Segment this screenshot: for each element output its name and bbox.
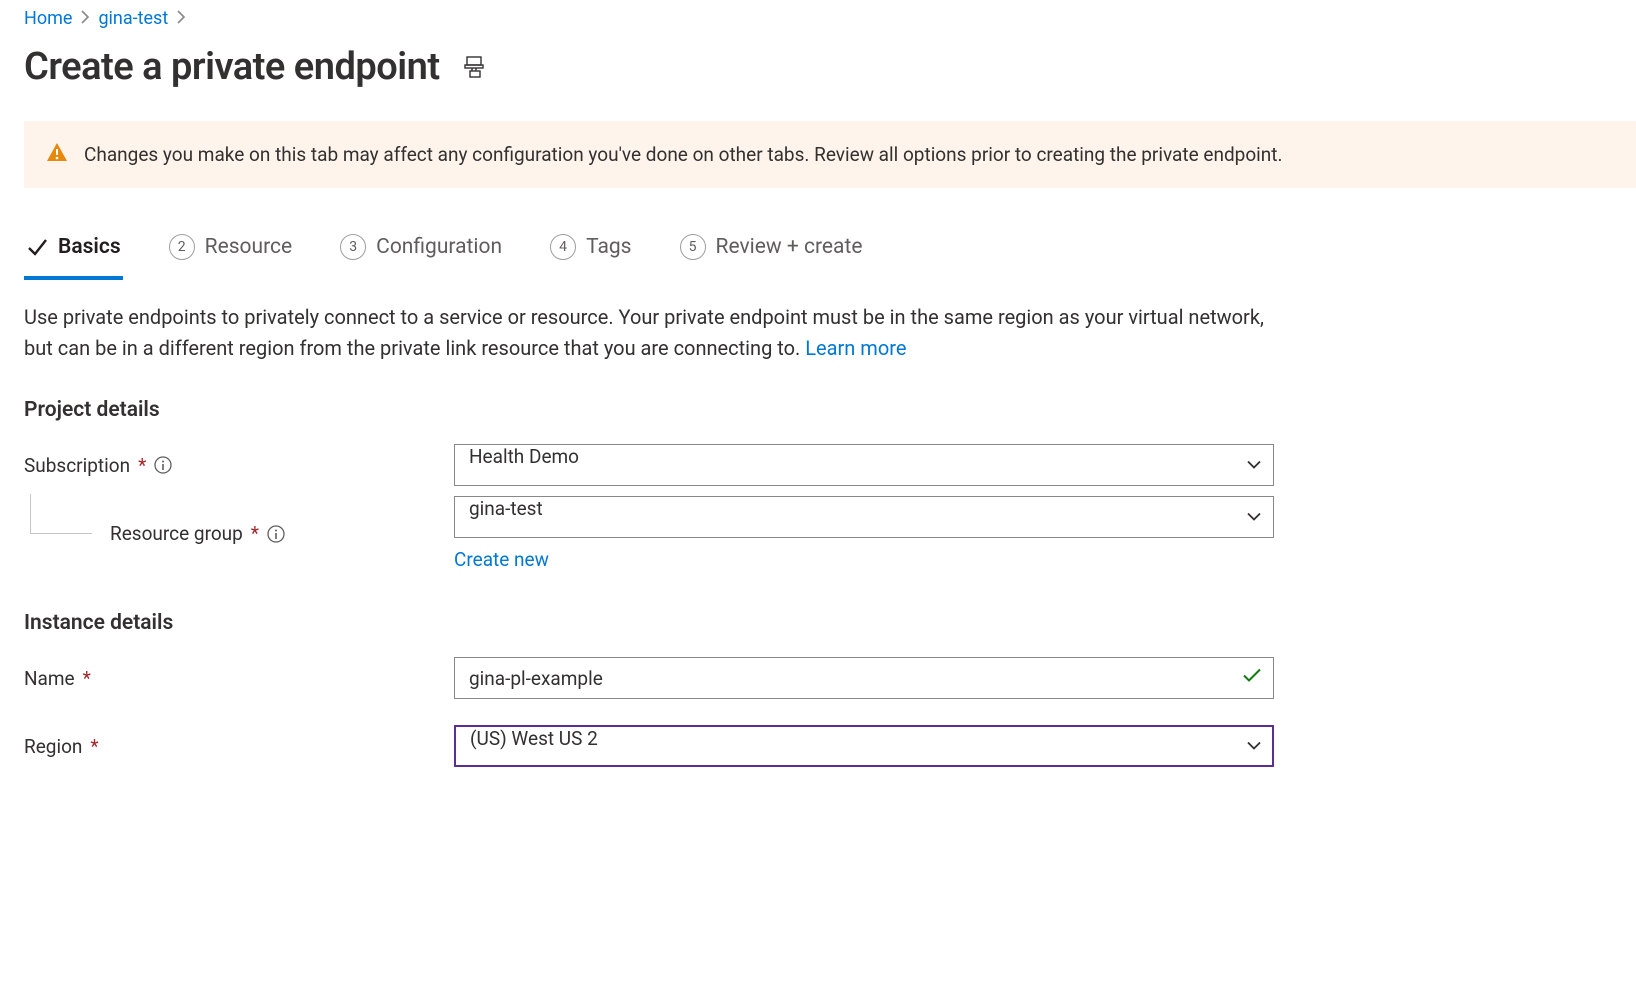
tab-tags[interactable]: 4 Tags (548, 228, 633, 280)
info-icon[interactable] (154, 456, 172, 474)
required-asterisk: * (90, 735, 98, 758)
step-number-icon: 3 (340, 234, 366, 260)
required-asterisk: * (138, 454, 146, 477)
breadcrumb-gina-test[interactable]: gina-test (98, 8, 168, 29)
intro-body: Use private endpoints to privately conne… (24, 305, 1264, 360)
resource-group-select[interactable]: gina-test (454, 496, 1274, 538)
warning-banner: Changes you make on this tab may affect … (24, 121, 1636, 188)
section-project-details: Project details (24, 398, 1636, 422)
intro-text: Use private endpoints to privately conne… (24, 302, 1284, 364)
region-label: Region (24, 735, 82, 758)
resource-group-label: Resource group (110, 522, 243, 545)
chevron-right-icon (176, 9, 186, 28)
step-number-icon: 4 (550, 234, 576, 260)
check-icon (26, 236, 48, 258)
pin-icon[interactable] (464, 56, 486, 78)
tab-review-create[interactable]: 5 Review + create (678, 228, 865, 280)
tab-configuration[interactable]: 3 Configuration (338, 228, 504, 280)
wizard-tabs: Basics 2 Resource 3 Configuration 4 Tags… (24, 228, 1636, 280)
page-title: Create a private endpoint (24, 45, 440, 89)
create-new-link[interactable]: Create new (454, 538, 1274, 571)
page-header: Create a private endpoint (24, 45, 1636, 121)
name-input[interactable] (454, 657, 1274, 699)
warning-text: Changes you make on this tab may affect … (84, 143, 1283, 166)
breadcrumb-home[interactable]: Home (24, 8, 72, 29)
step-number-icon: 2 (169, 234, 195, 260)
info-icon[interactable] (267, 525, 285, 543)
subscription-select[interactable]: Health Demo (454, 444, 1274, 486)
name-label: Name (24, 667, 75, 690)
required-asterisk: * (83, 667, 91, 690)
required-asterisk: * (251, 522, 259, 545)
tree-line-icon (30, 494, 92, 534)
tab-tags-label: Tags (586, 235, 631, 259)
chevron-right-icon (80, 9, 90, 28)
step-number-icon: 5 (680, 234, 706, 260)
tab-review-label: Review + create (716, 235, 863, 259)
learn-more-link[interactable]: Learn more (805, 336, 906, 360)
tab-basics-label: Basics (58, 235, 121, 259)
warning-icon (46, 141, 68, 168)
region-select[interactable]: (US) West US 2 (454, 725, 1274, 767)
section-instance-details: Instance details (24, 611, 1636, 635)
tab-resource[interactable]: 2 Resource (167, 228, 295, 280)
subscription-label: Subscription (24, 454, 130, 477)
breadcrumb: Home gina-test (24, 0, 1636, 45)
tab-basics[interactable]: Basics (24, 228, 123, 280)
tab-resource-label: Resource (205, 235, 293, 259)
tab-configuration-label: Configuration (376, 235, 502, 259)
